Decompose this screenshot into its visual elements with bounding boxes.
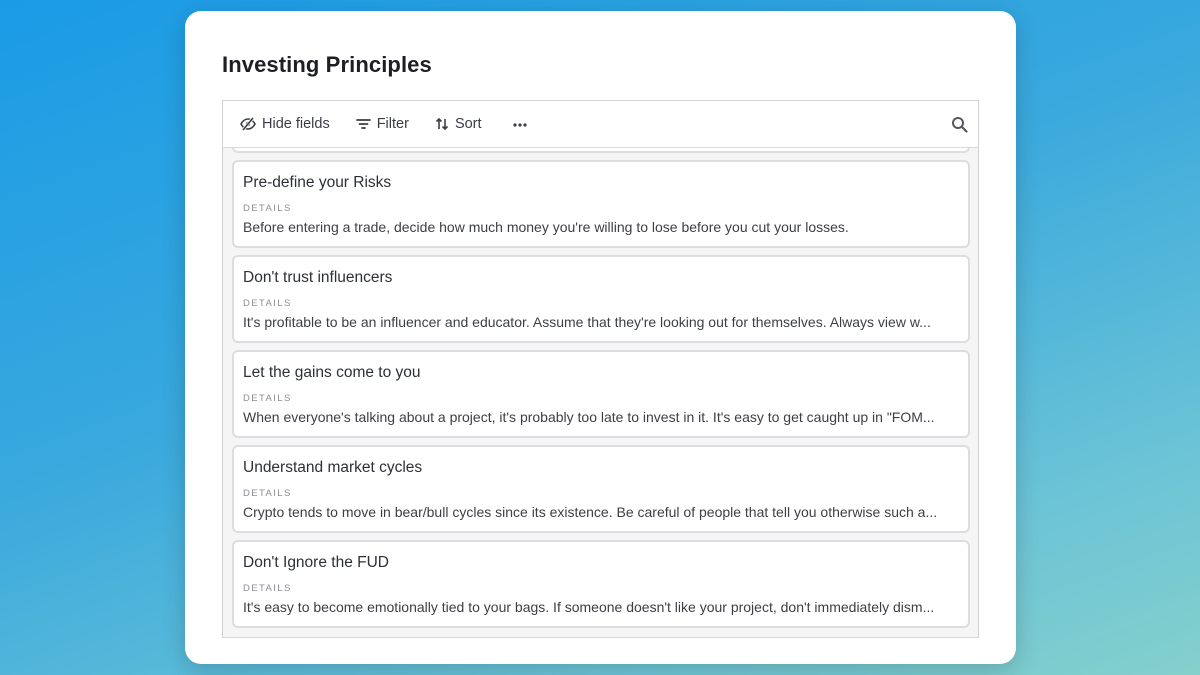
record-details: Crypto tends to move in bear/bull cycles… xyxy=(243,504,938,520)
record-field-label: DETAILS xyxy=(243,298,292,309)
record-field-label: DETAILS xyxy=(243,203,292,214)
record-list: Pre-define your Risks DETAILS Before ent… xyxy=(232,160,970,635)
more-options-button[interactable] xyxy=(512,115,528,133)
record-card[interactable]: Pre-define your Risks DETAILS Before ent… xyxy=(232,160,970,248)
hide-fields-button[interactable]: Hide fields xyxy=(240,116,330,132)
filter-label: Filter xyxy=(376,116,409,132)
sort-label: Sort xyxy=(454,116,482,132)
record-details: When everyone's talking about a project,… xyxy=(243,409,935,425)
record-card[interactable]: Don't Ignore the FUD DETAILS It's easy t… xyxy=(232,540,970,628)
record-title: Pre-define your Risks xyxy=(243,174,392,191)
record-details: It's profitable to be an influencer and … xyxy=(243,314,931,330)
view-toolbar: Hide fields Filter Sort xyxy=(223,101,978,148)
sort-button[interactable]: Sort xyxy=(435,116,482,132)
filter-button[interactable]: Filter xyxy=(355,116,409,132)
record-field-label: DETAILS xyxy=(243,393,292,404)
grid-divider xyxy=(223,637,978,638)
more-horizontal-icon xyxy=(512,115,528,133)
record-field-label: DETAILS xyxy=(243,583,292,594)
eye-slash-icon xyxy=(240,117,256,131)
app-card: Investing Principles Hide fields Filter … xyxy=(185,11,1016,664)
record-title: Understand market cycles xyxy=(243,459,423,476)
gallery-view: Hide fields Filter Sort Pre-define your … xyxy=(222,100,979,638)
hide-fields-label: Hide fields xyxy=(262,116,330,132)
record-field-label: DETAILS xyxy=(243,488,292,499)
record-title: Let the gains come to you xyxy=(243,364,421,381)
record-card[interactable]: Understand market cycles DETAILS Crypto … xyxy=(232,445,970,533)
record-details: It's easy to become emotionally tied to … xyxy=(243,599,935,615)
record-card[interactable]: Let the gains come to you DETAILS When e… xyxy=(232,350,970,438)
sort-arrows-icon xyxy=(435,117,449,131)
filter-icon xyxy=(355,118,371,130)
search-icon xyxy=(951,117,968,137)
record-title: Don't Ignore the FUD xyxy=(243,554,389,571)
record-details: Before entering a trade, decide how much… xyxy=(243,219,849,235)
search-button[interactable] xyxy=(951,116,968,138)
page-title: Investing Principles xyxy=(222,52,432,77)
record-card[interactable]: Don't trust influencers DETAILS It's pro… xyxy=(232,255,970,343)
record-title: Don't trust influencers xyxy=(243,269,393,286)
